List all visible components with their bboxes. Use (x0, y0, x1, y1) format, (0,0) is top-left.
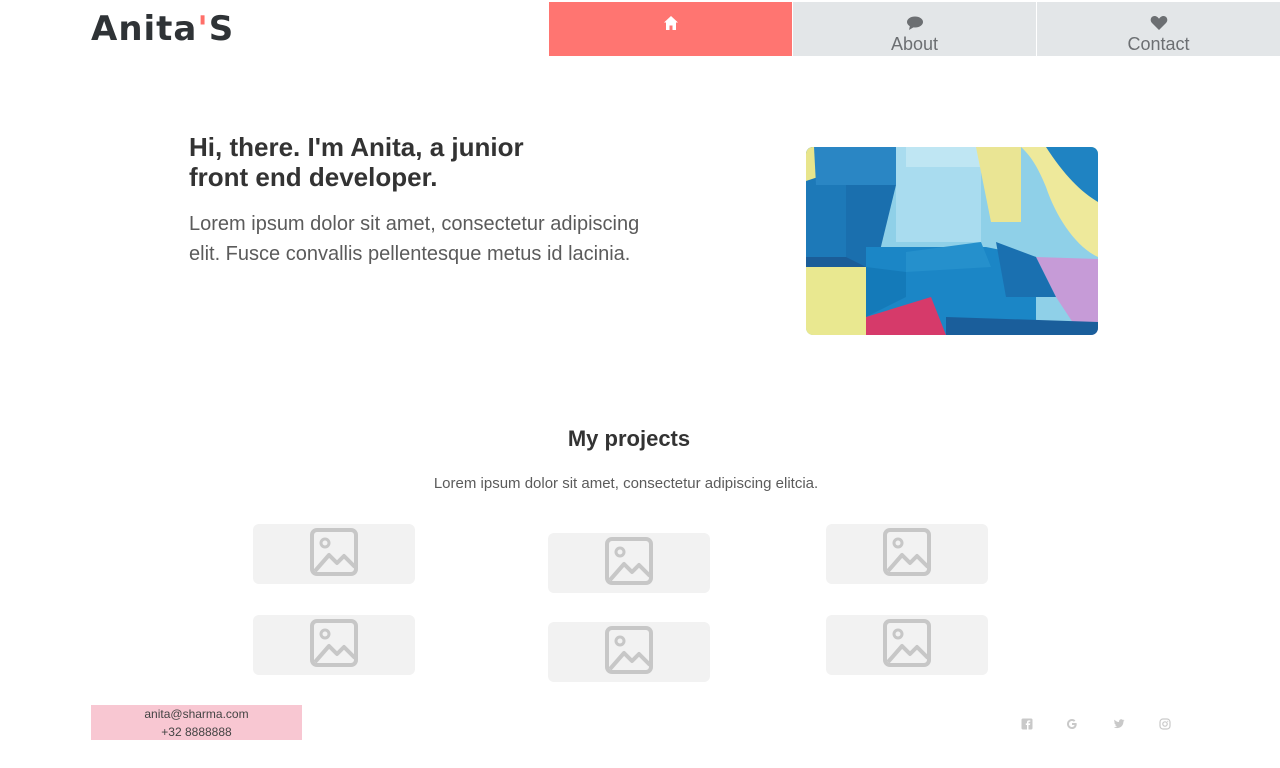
heart-icon (1150, 14, 1168, 32)
hero-title: Hi, there. I'm Anita, a junior front end… (189, 132, 524, 192)
hero-image (806, 147, 1098, 335)
instagram-icon[interactable] (1158, 717, 1172, 731)
logo[interactable]: Anita'S (91, 8, 234, 50)
nav-home[interactable] (549, 2, 792, 56)
twitter-icon[interactable] (1112, 717, 1126, 731)
project-card[interactable] (826, 615, 988, 675)
projects-title: My projects (567, 426, 691, 451)
image-placeholder-icon (309, 527, 359, 582)
nav-about-label: About (890, 34, 939, 54)
contact-info: anita@sharma.com +32 8888888 (91, 705, 302, 740)
facebook-icon[interactable] (1020, 717, 1034, 731)
project-card[interactable] (826, 524, 988, 584)
logo-suffix: S (208, 9, 235, 49)
contact-phone[interactable]: +32 8888888 (91, 723, 302, 741)
hero-text: Lorem ipsum dolor sit amet, consectetur … (189, 213, 640, 265)
contact-email[interactable]: anita@sharma.com (91, 705, 302, 723)
main-nav: About Contact (549, 2, 1280, 56)
nav-contact-label: Contact (1127, 34, 1190, 54)
image-placeholder-icon (309, 618, 359, 673)
project-card[interactable] (253, 615, 415, 675)
logo-name: Anita (91, 9, 198, 49)
image-placeholder-icon (882, 527, 932, 582)
nav-contact[interactable]: Contact (1036, 2, 1280, 56)
comment-icon (906, 14, 924, 32)
image-placeholder-icon (604, 625, 654, 680)
project-card[interactable] (253, 524, 415, 584)
google-icon[interactable] (1065, 717, 1079, 731)
logo-apostrophe: ' (197, 9, 209, 49)
project-card[interactable] (548, 533, 710, 593)
home-icon (663, 14, 679, 32)
image-placeholder-icon (882, 618, 932, 673)
projects-subtitle: Lorem ipsum dolor sit amet, consectetur … (433, 475, 819, 492)
project-card[interactable] (548, 622, 710, 682)
image-placeholder-icon (604, 536, 654, 591)
nav-about[interactable]: About (792, 2, 1036, 56)
